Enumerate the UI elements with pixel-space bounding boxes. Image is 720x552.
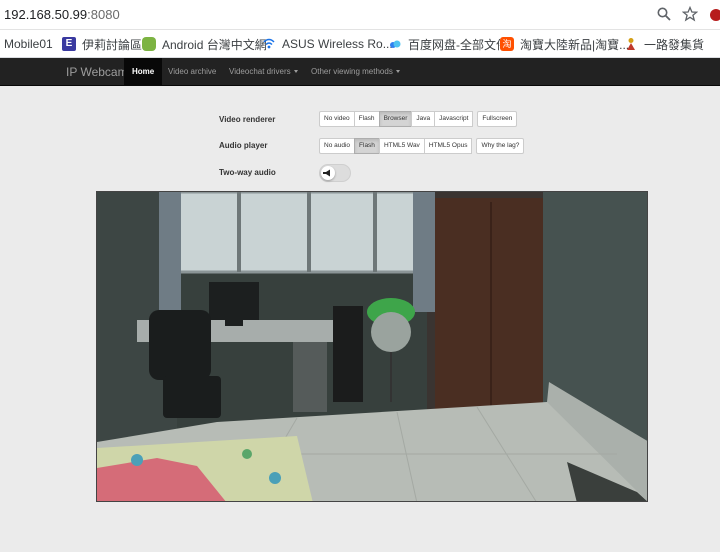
zoom-search-icon[interactable] — [656, 6, 672, 22]
nav-home-label: Home — [132, 67, 155, 76]
bookmarks-bar: Mobile01 E 伊莉討論區 Android 台灣中文網 ASUS Wire… — [0, 30, 720, 58]
audio-flash-button[interactable]: Flash — [354, 138, 380, 154]
renderer-flash-button[interactable]: Flash — [353, 111, 380, 127]
bookmark-mobile01[interactable]: Mobile01 — [4, 30, 53, 58]
address-bar[interactable]: 192.168.50.99:8080 — [0, 0, 720, 30]
bookmark-label: 百度网盘-全部文件 — [408, 37, 508, 52]
nav-video-archive-label: Video archive — [168, 67, 217, 76]
why-the-lag-button[interactable]: Why the lag? — [476, 138, 525, 154]
bookmark-star-icon[interactable] — [681, 5, 699, 22]
bookmark-eyny[interactable]: E 伊莉討論區 — [62, 30, 142, 58]
renderer-fullscreen-button[interactable]: Fullscreen — [477, 111, 518, 127]
renderer-javascript-button[interactable]: Javascript — [434, 111, 474, 127]
nav-other-viewing-methods[interactable]: Other viewing methods — [303, 58, 408, 86]
bookmark-label: Android 台灣中文網 — [162, 37, 267, 52]
video-renderer-label: Video renderer — [219, 115, 276, 124]
chevron-down-icon — [395, 70, 400, 74]
url-field[interactable]: 192.168.50.99:8080 — [4, 7, 120, 22]
live-video-stream[interactable] — [96, 191, 648, 502]
audio-html5-opus-button[interactable]: HTML5 Opus — [423, 138, 473, 154]
renderer-java-button[interactable]: Java — [411, 111, 436, 127]
taobao-favicon-icon: 淘 — [500, 37, 514, 51]
wifi-favicon-icon — [262, 37, 276, 51]
audio-player-group: No audio Flash HTML5 Wav HTML5 Opus Why … — [319, 138, 525, 154]
cloud-favicon-icon — [388, 37, 402, 51]
nav-home[interactable]: Home — [124, 58, 163, 86]
figure-favicon-icon — [624, 37, 638, 51]
audio-no-audio-button[interactable]: No audio — [319, 138, 356, 154]
nav-videochat-drivers-label: Videochat drivers — [229, 67, 291, 76]
nav-other-viewing-methods-label: Other viewing methods — [311, 67, 393, 76]
extension-icon[interactable] — [710, 9, 720, 21]
bookmark-baidu-pan[interactable]: 百度网盘-全部文件 — [388, 30, 508, 58]
eyny-favicon-icon: E — [62, 37, 76, 51]
megaphone-icon — [322, 168, 332, 178]
bookmark-android-tw[interactable]: Android 台灣中文網 — [142, 30, 267, 58]
ipwebcam-navbar: IP Webcam Home Video archive Videochat d… — [0, 58, 720, 86]
video-renderer-group: No video Flash Browser Java Javascript F… — [319, 111, 518, 127]
two-way-audio-label: Two-way audio — [219, 168, 276, 177]
chevron-down-icon — [293, 70, 298, 74]
bookmark-asus-router[interactable]: ASUS Wireless Ro... — [262, 30, 393, 58]
audio-player-label: Audio player — [219, 141, 268, 150]
url-port: :8080 — [87, 7, 120, 22]
renderer-browser-button[interactable]: Browser — [378, 111, 413, 127]
bookmark-taobao[interactable]: 淘 淘寶大陸新品|淘寶... — [500, 30, 629, 58]
bookmark-label: 伊莉討論區 — [82, 37, 143, 52]
bookmark-label: Mobile01 — [4, 37, 53, 51]
bookmark-label: 淘寶大陸新品|淘寶... — [520, 37, 630, 52]
bookmark-label: ASUS Wireless Ro... — [282, 37, 393, 51]
nav-videochat-drivers[interactable]: Videochat drivers — [221, 58, 306, 86]
renderer-no-video-button[interactable]: No video — [319, 111, 355, 127]
camera-frame-image — [97, 192, 647, 501]
nav-video-archive[interactable]: Video archive — [160, 58, 224, 86]
two-way-audio-toggle[interactable] — [319, 164, 351, 182]
bookmark-yilufa[interactable]: 一路發集貨 — [624, 30, 704, 58]
bookmark-label: 一路發集貨 — [644, 37, 705, 52]
url-host: 192.168.50.99 — [4, 7, 88, 22]
brand-link[interactable]: IP Webcam — [66, 58, 128, 86]
android-favicon-icon — [142, 37, 156, 51]
audio-html5-wav-button[interactable]: HTML5 Wav — [378, 138, 425, 154]
